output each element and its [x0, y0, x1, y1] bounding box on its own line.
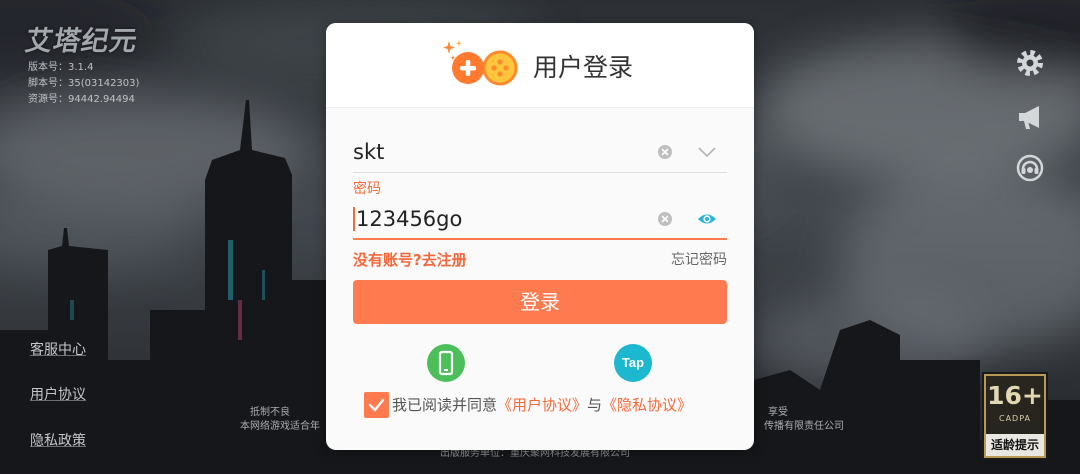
phone-login-icon	[438, 350, 454, 376]
health-notice-line1-right: 享受	[768, 407, 788, 418]
announcement-icon[interactable]	[1015, 102, 1045, 132]
login-dialog: 用户登录 密码 没有账号?去注册 忘记密码 登录 Tap	[326, 23, 754, 450]
dialog-title: 用户登录	[533, 53, 634, 82]
resource-number: 资源号：94442.94494	[28, 94, 135, 105]
register-link[interactable]: 没有账号?去注册	[353, 251, 467, 269]
username-underline	[353, 172, 727, 173]
taptap-login-icon[interactable]: Tap	[614, 344, 652, 382]
game-logo: 艾塔纪元	[22, 26, 141, 57]
user-agreement-inline-link[interactable]: 《用户协议》	[497, 396, 587, 414]
privacy-policy-link[interactable]: 隐私政策	[30, 432, 86, 450]
clear-username-icon[interactable]	[658, 145, 672, 159]
health-notice-line2-left: 本网络游戏适合年	[240, 421, 320, 432]
age-rating-badge: 16+ CADPA 适龄提示	[982, 372, 1048, 460]
age-rating-value: 16+	[987, 381, 1043, 410]
username-input[interactable]	[353, 136, 653, 168]
customer-service-icon[interactable]	[1015, 153, 1045, 183]
privacy-agreement-inline-link[interactable]: 《隐私协议》	[602, 396, 692, 414]
password-input[interactable]	[353, 203, 653, 235]
dialog-header: 用户登录	[326, 23, 754, 108]
agreement-text: 我已阅读并同意《用户协议》与《隐私协议》	[392, 396, 692, 414]
phone-login-button[interactable]	[427, 344, 465, 382]
checkmark-icon	[368, 398, 385, 412]
password-label: 密码	[353, 181, 381, 197]
show-password-eye-icon[interactable]	[697, 212, 717, 226]
age-rating-org: CADPA	[998, 414, 1031, 423]
customer-service-link[interactable]: 客服中心	[30, 341, 86, 359]
login-button[interactable]: 登录	[353, 280, 727, 324]
script-number: 脚本号：35(03142303)	[28, 78, 140, 89]
user-agreement-link[interactable]: 用户协议	[30, 386, 86, 404]
agreement-prefix: 我已阅读并同意	[392, 396, 498, 414]
agreement-conjunction: 与	[587, 396, 603, 414]
health-notice-line2-right: 传播有限责任公司	[764, 421, 844, 432]
settings-icon[interactable]	[1015, 48, 1045, 78]
health-notice-line1-left: 抵制不良	[250, 407, 290, 418]
password-underline	[353, 238, 727, 240]
account-dropdown-chevron-icon[interactable]	[698, 147, 716, 157]
game-center-logo-icon	[443, 40, 518, 86]
agreement-checkbox[interactable]	[364, 392, 389, 418]
forgot-password-link[interactable]: 忘记密码	[671, 252, 727, 269]
version-number: 版本号：3.1.4	[28, 62, 94, 73]
clear-password-icon[interactable]	[658, 212, 672, 226]
age-rating-label: 适龄提示	[986, 434, 1044, 456]
